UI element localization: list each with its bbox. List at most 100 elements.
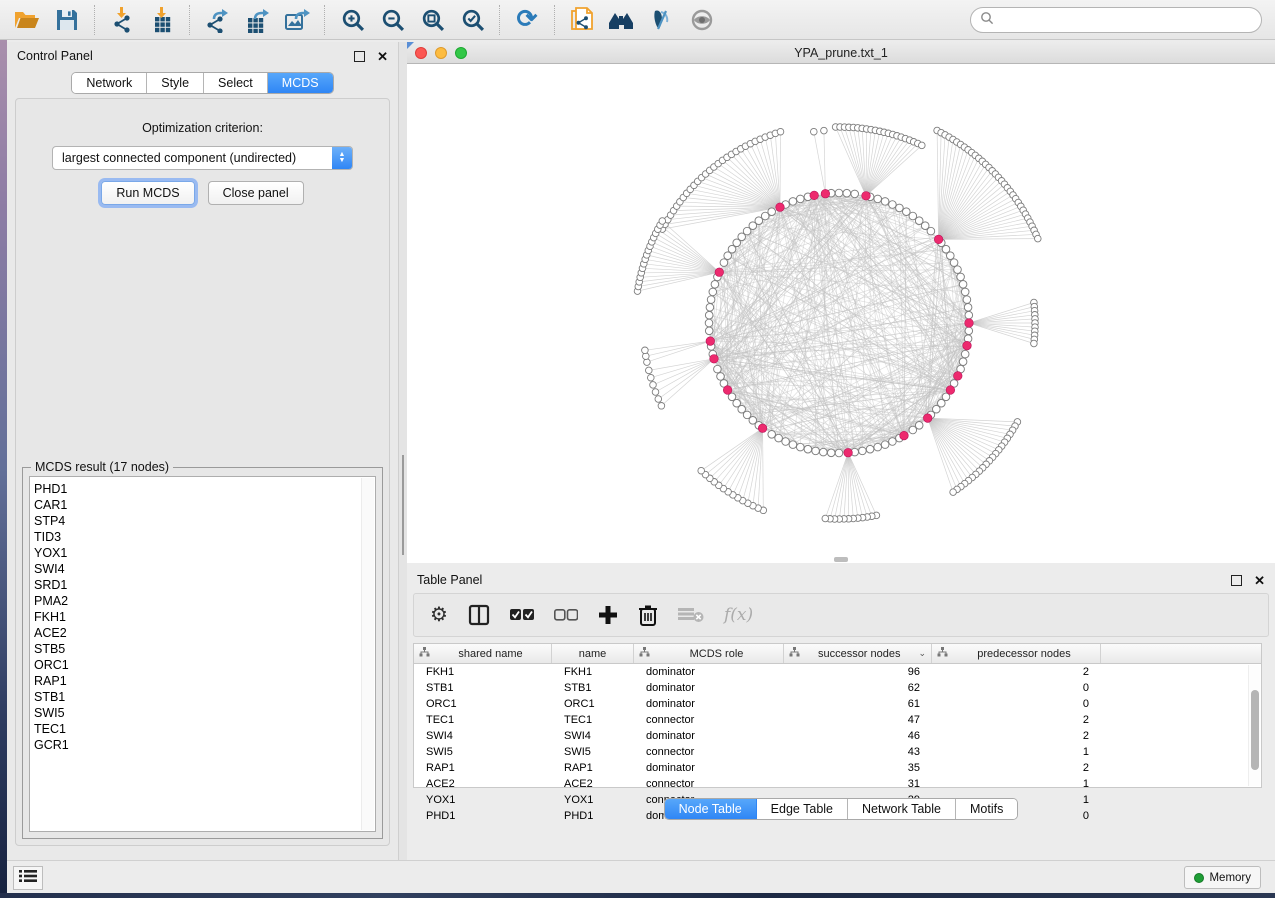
float-panel-icon[interactable] bbox=[1231, 575, 1242, 586]
shared-column-icon bbox=[419, 647, 430, 660]
mcds-result-item[interactable]: TEC1 bbox=[30, 721, 375, 737]
delete-column-icon[interactable] bbox=[638, 604, 658, 626]
optimization-criterion-dropdown[interactable]: largest connected component (undirected)… bbox=[52, 146, 353, 170]
mcds-result-item[interactable]: PHD1 bbox=[30, 481, 375, 497]
table-header-row: shared namenameMCDS rolesuccessor nodes⌄… bbox=[414, 644, 1261, 664]
shared-column-icon bbox=[789, 647, 800, 660]
mcds-result-item[interactable]: CAR1 bbox=[30, 497, 375, 513]
column-header-name[interactable]: name bbox=[552, 644, 634, 663]
mcds-result-item[interactable]: SWI4 bbox=[30, 561, 375, 577]
table-row[interactable]: SWI4SWI4dominator462 bbox=[414, 728, 1261, 744]
list-icon bbox=[19, 869, 37, 888]
mcds-result-item[interactable]: STB5 bbox=[30, 641, 375, 657]
mcds-result-item[interactable]: FKH1 bbox=[30, 609, 375, 625]
cell-name: STB1 bbox=[552, 682, 634, 694]
cell-successor-nodes: 43 bbox=[784, 746, 932, 758]
table-scrollbar-thumb[interactable] bbox=[1251, 690, 1259, 770]
search-box[interactable] bbox=[970, 7, 1262, 33]
show-panels-button[interactable] bbox=[13, 866, 43, 890]
tab-network-table[interactable]: Network Table bbox=[848, 799, 956, 819]
cell-shared-name: STB1 bbox=[414, 682, 552, 694]
mcds-result-item[interactable]: PMA2 bbox=[30, 593, 375, 609]
cell-MCDS-role: connector bbox=[634, 746, 784, 758]
export-table-icon[interactable] bbox=[242, 5, 272, 35]
splitter-handle[interactable] bbox=[834, 557, 848, 562]
network-graph[interactable] bbox=[407, 64, 1275, 563]
search-input[interactable] bbox=[994, 13, 1261, 27]
mcds-result-list[interactable]: PHD1CAR1STP4TID3YOX1SWI4SRD1PMA2FKH1ACE2… bbox=[29, 476, 376, 832]
column-header-successor-nodes[interactable]: successor nodes⌄ bbox=[784, 644, 932, 663]
table-row[interactable]: FKH1FKH1dominator962 bbox=[414, 664, 1261, 680]
column-header-shared-name[interactable]: shared name bbox=[414, 644, 552, 663]
panel-splitter[interactable] bbox=[399, 42, 407, 860]
table-row[interactable]: TEC1TEC1connector472 bbox=[414, 712, 1261, 728]
cell-name: FKH1 bbox=[552, 666, 634, 678]
hide-selected-icon[interactable] bbox=[647, 5, 677, 35]
mcds-result-item[interactable]: GCR1 bbox=[30, 737, 375, 753]
table-tabs: Node TableEdge TableNetwork TableMotifs bbox=[407, 798, 1275, 820]
tab-select[interactable]: Select bbox=[204, 73, 268, 93]
table-row[interactable]: SWI5SWI5connector431 bbox=[414, 744, 1261, 760]
mcds-result-item[interactable]: STP4 bbox=[30, 513, 375, 529]
clone-network-icon[interactable] bbox=[567, 5, 597, 35]
mcds-result-title: MCDS result (17 nodes) bbox=[31, 460, 173, 474]
mcds-result-item[interactable]: SRD1 bbox=[30, 577, 375, 593]
tab-style[interactable]: Style bbox=[147, 73, 204, 93]
deselect-all-icon[interactable] bbox=[554, 609, 578, 621]
zoom-selected-icon[interactable] bbox=[457, 5, 487, 35]
network-canvas[interactable] bbox=[407, 64, 1275, 563]
tab-node-table[interactable]: Node Table bbox=[665, 799, 757, 819]
cell-name: SWI5 bbox=[552, 746, 634, 758]
tab-network[interactable]: Network bbox=[72, 73, 147, 93]
open-file-icon[interactable] bbox=[12, 5, 42, 35]
mcds-result-item[interactable]: ORC1 bbox=[30, 657, 375, 673]
cell-name: ACE2 bbox=[552, 778, 634, 790]
mcds-list-scrollbar[interactable] bbox=[361, 478, 374, 830]
mcds-result-item[interactable]: YOX1 bbox=[30, 545, 375, 561]
close-panel-button[interactable]: Close panel bbox=[208, 181, 304, 205]
column-header-predecessor-nodes[interactable]: predecessor nodes bbox=[932, 644, 1101, 663]
tab-edge-table[interactable]: Edge Table bbox=[757, 799, 848, 819]
column-view-icon[interactable] bbox=[468, 604, 490, 626]
tab-motifs[interactable]: Motifs bbox=[956, 799, 1017, 819]
column-header-MCDS-role[interactable]: MCDS role bbox=[634, 644, 784, 663]
run-mcds-button[interactable]: Run MCDS bbox=[101, 181, 194, 205]
gear-icon[interactable]: ⚙ bbox=[430, 605, 448, 625]
export-network-icon[interactable] bbox=[202, 5, 232, 35]
zoom-fit-icon[interactable] bbox=[417, 5, 447, 35]
zoom-in-icon[interactable] bbox=[337, 5, 367, 35]
export-image-icon[interactable] bbox=[282, 5, 312, 35]
close-panel-icon[interactable]: ✕ bbox=[377, 50, 388, 63]
network-window-titlebar[interactable]: YPA_prune.txt_1 bbox=[407, 42, 1275, 64]
table-panel-title: Table Panel bbox=[417, 573, 482, 587]
cell-predecessor-nodes: 2 bbox=[932, 730, 1101, 742]
node-table[interactable]: shared namenameMCDS rolesuccessor nodes⌄… bbox=[413, 643, 1262, 788]
add-column-icon[interactable] bbox=[598, 605, 618, 625]
float-panel-icon[interactable] bbox=[354, 51, 365, 62]
memory-button[interactable]: Memory bbox=[1184, 866, 1261, 889]
cell-predecessor-nodes: 0 bbox=[932, 698, 1101, 710]
cell-name: ORC1 bbox=[552, 698, 634, 710]
table-row[interactable]: ORC1ORC1dominator610 bbox=[414, 696, 1261, 712]
close-panel-icon[interactable]: ✕ bbox=[1254, 574, 1265, 587]
select-all-icon[interactable] bbox=[510, 609, 534, 621]
cell-successor-nodes: 96 bbox=[784, 666, 932, 678]
save-icon[interactable] bbox=[52, 5, 82, 35]
mcds-result-item[interactable]: TID3 bbox=[30, 529, 375, 545]
shared-column-icon bbox=[639, 647, 650, 660]
mcds-result-item[interactable]: SWI5 bbox=[30, 705, 375, 721]
table-row[interactable]: STB1STB1dominator620 bbox=[414, 680, 1261, 696]
table-row[interactable]: ACE2ACE2connector311 bbox=[414, 776, 1261, 792]
import-table-icon[interactable] bbox=[147, 5, 177, 35]
cell-predecessor-nodes: 0 bbox=[932, 682, 1101, 694]
mcds-result-item[interactable]: ACE2 bbox=[30, 625, 375, 641]
refresh-icon[interactable]: ⟳ bbox=[512, 5, 542, 35]
first-neighbors-icon[interactable] bbox=[607, 5, 637, 35]
zoom-out-icon[interactable] bbox=[377, 5, 407, 35]
table-scrollbar[interactable] bbox=[1248, 665, 1260, 786]
tab-mcds[interactable]: MCDS bbox=[268, 73, 333, 93]
table-row[interactable]: RAP1RAP1dominator352 bbox=[414, 760, 1261, 776]
mcds-result-item[interactable]: STB1 bbox=[30, 689, 375, 705]
import-network-icon[interactable] bbox=[107, 5, 137, 35]
mcds-result-item[interactable]: RAP1 bbox=[30, 673, 375, 689]
